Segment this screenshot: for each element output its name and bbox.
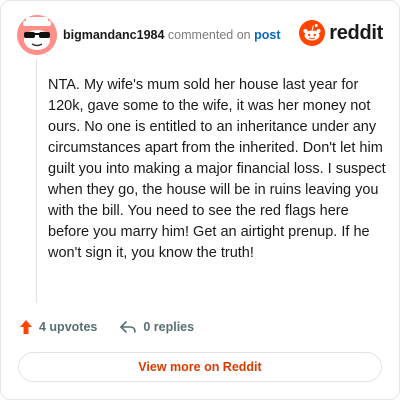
reply-button[interactable]: 0 replies — [119, 320, 194, 334]
comment-action-text: commented on — [167, 28, 251, 42]
snoo-avatar-icon — [17, 15, 57, 55]
view-more-on-reddit-button[interactable]: View more on Reddit — [18, 352, 382, 382]
reddit-wordmark: reddit — [329, 21, 383, 44]
user-avatar[interactable] — [17, 15, 57, 55]
reply-count: 0 replies — [143, 320, 195, 334]
post-link[interactable]: post — [254, 28, 280, 42]
upvote-arrow-icon — [20, 320, 32, 334]
username[interactable]: bigmandanc1984 — [63, 28, 164, 42]
reddit-comment-embed-card: bigmandanc1984 commented on post reddit … — [0, 0, 400, 400]
reply-arrow-icon — [120, 321, 137, 333]
comment-header: bigmandanc1984 commented on post reddit — [17, 15, 383, 55]
reddit-logo[interactable]: reddit — [299, 19, 383, 47]
comment-actions: 4 upvotes 0 replies — [19, 317, 216, 337]
thread-line — [36, 59, 37, 303]
reddit-snoo-icon — [299, 20, 326, 46]
comment-meta: bigmandanc1984 commented on post — [63, 27, 280, 43]
upvote-count: 4 upvotes — [39, 320, 98, 334]
upvote-button[interactable]: 4 upvotes — [19, 319, 97, 335]
comment-body: NTA. My wife's mum sold her house last y… — [48, 77, 386, 261]
